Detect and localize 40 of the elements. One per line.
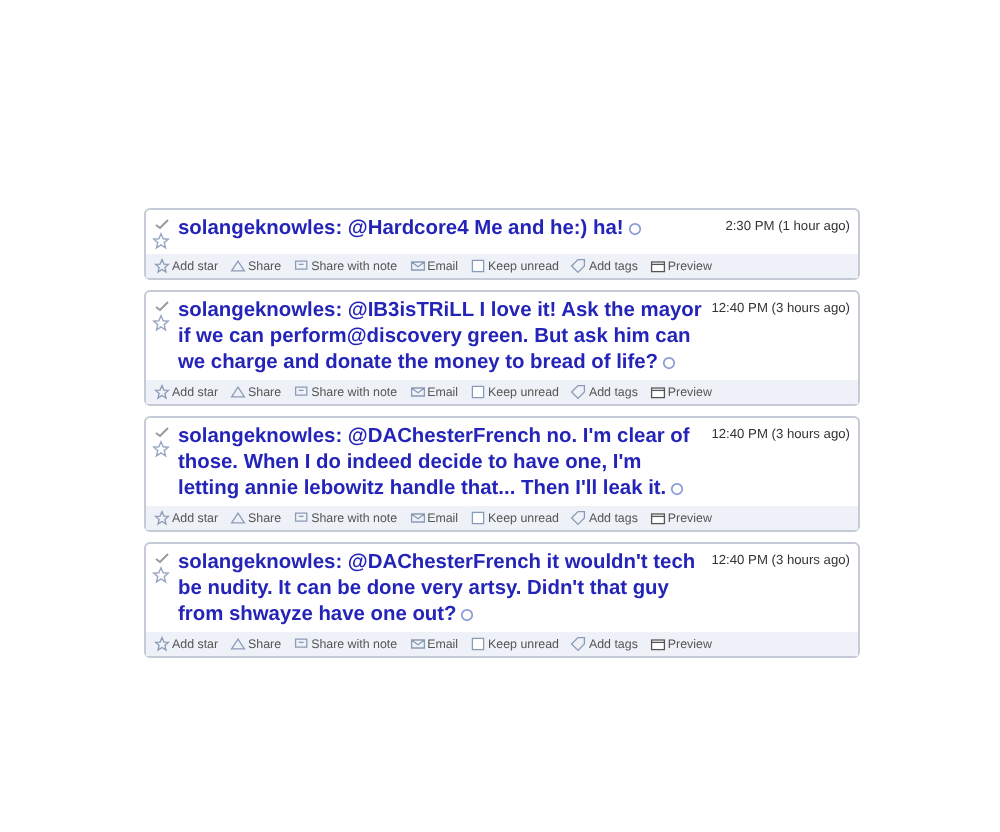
item-title[interactable]: solangeknowles: @Hardcore4 Me and he:) ha!	[178, 216, 718, 250]
note-icon	[293, 636, 310, 652]
checkbox-icon	[470, 636, 487, 652]
tag-icon	[570, 258, 587, 274]
check-icon	[153, 300, 169, 312]
window-icon	[649, 384, 666, 400]
item-title[interactable]: solangeknowles: @DAChesterFrench no. I'm clear of those. When I do indeed decide to have one, I'm letting annie lebowitz handle that... Then I'll leak it.	[178, 424, 704, 502]
checkbox-icon	[470, 384, 487, 400]
tag-icon	[570, 510, 587, 526]
envelope-icon	[409, 636, 426, 652]
window-icon	[649, 258, 666, 274]
note-icon	[293, 384, 310, 400]
item-title[interactable]: solangeknowles: @IB3isTRiLL I love it! Ask the mayor if we can perform@discovery green. But ask him can we charge and donate the money to bread of life?	[178, 298, 704, 376]
tag-icon	[570, 384, 587, 400]
note-icon	[293, 258, 310, 274]
window-icon	[649, 636, 666, 652]
checkbox-icon	[470, 258, 487, 274]
circle-icon[interactable]	[460, 608, 475, 622]
circle-icon[interactable]	[670, 482, 685, 496]
tag-icon	[570, 636, 587, 652]
star-icon[interactable]	[152, 232, 170, 250]
check-icon	[153, 218, 169, 230]
window-icon	[649, 510, 666, 526]
circle-icon[interactable]	[662, 356, 677, 370]
star-icon[interactable]	[152, 440, 170, 458]
star-icon	[154, 384, 170, 400]
envelope-icon	[409, 384, 426, 400]
star-icon[interactable]	[152, 314, 170, 332]
star-icon	[154, 636, 170, 652]
envelope-icon	[409, 510, 426, 526]
check-icon	[153, 426, 169, 438]
star-icon	[154, 258, 170, 274]
star-icon	[154, 510, 170, 526]
check-icon	[153, 552, 169, 564]
circle-icon[interactable]	[627, 222, 642, 236]
item-title[interactable]: solangeknowles: @DAChesterFrench it wouldn't tech be nudity. It can be done very artsy. Didn't that guy from shwayze have one out?	[178, 550, 704, 628]
envelope-icon	[409, 258, 426, 274]
checkbox-icon	[470, 510, 487, 526]
star-icon[interactable]	[152, 566, 170, 584]
note-icon	[293, 510, 310, 526]
